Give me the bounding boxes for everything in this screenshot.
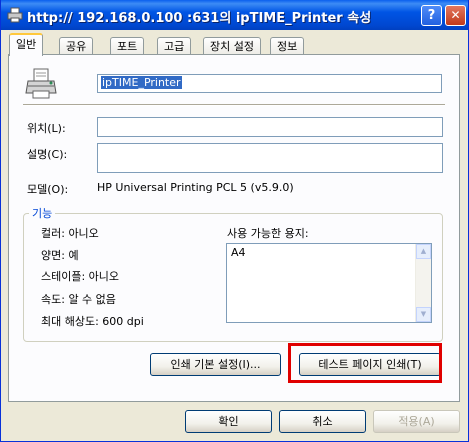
- tab-strip: 일반 공유 포트 고급 장치 설정 정보: [7, 33, 467, 56]
- title-bar[interactable]: http:// 192.168.0.100 :631의 ipTIME_Print…: [1, 0, 468, 30]
- tab-device-settings[interactable]: 장치 설정: [203, 37, 261, 55]
- help-icon: ?: [427, 8, 436, 23]
- tab-about[interactable]: 정보: [270, 37, 305, 55]
- scroll-up-icon[interactable]: ▲: [416, 244, 431, 259]
- printer-name-input[interactable]: ipTIME_Printer: [97, 74, 442, 93]
- printer-large-icon: [25, 68, 57, 99]
- paper-list-scrollbar[interactable]: ▲ ▼: [415, 244, 431, 322]
- tab-general[interactable]: 일반: [9, 33, 44, 56]
- tab-ports[interactable]: 포트: [110, 37, 145, 55]
- location-input[interactable]: [97, 117, 443, 137]
- printing-preferences-button[interactable]: 인쇄 기본 설정(I)...: [150, 353, 281, 376]
- highlight-box: [288, 343, 442, 383]
- printer-name-value: ipTIME_Printer: [101, 76, 182, 89]
- model-value: HP Universal Printing PCL 5 (v5.9.0): [97, 181, 294, 194]
- paper-item: A4: [231, 246, 246, 259]
- printer-icon: [7, 7, 23, 23]
- apply-button[interactable]: 적용(A): [373, 410, 460, 433]
- feature-color: 컬러: 아니오: [41, 227, 99, 240]
- divider: [23, 104, 445, 106]
- feature-duplex: 양면: 예: [41, 249, 79, 262]
- close-icon: ✕: [450, 8, 461, 22]
- paper-label: 사용 가능한 용지:: [227, 227, 309, 240]
- scroll-down-icon[interactable]: ▼: [416, 307, 431, 322]
- tab-advanced[interactable]: 고급: [157, 37, 192, 55]
- features-group-title: 기능: [29, 205, 56, 221]
- location-label: 위치(L):: [27, 122, 66, 135]
- properties-dialog: http:// 192.168.0.100 :631의 ipTIME_Print…: [0, 0, 469, 442]
- tab-sharing[interactable]: 공유: [59, 37, 94, 55]
- feature-staple: 스테이플: 아니오: [41, 270, 120, 283]
- comment-label: 설명(C):: [27, 148, 68, 161]
- feature-speed: 속도: 알 수 없음: [41, 293, 116, 306]
- paper-list[interactable]: A4 ▲ ▼: [226, 243, 432, 323]
- model-label: 모델(O):: [27, 183, 69, 196]
- comment-input[interactable]: [97, 143, 443, 173]
- ok-button[interactable]: 확인: [185, 410, 272, 433]
- window-title: http:// 192.168.0.100 :631의 ipTIME_Print…: [27, 11, 372, 26]
- close-button[interactable]: ✕: [445, 5, 466, 26]
- feature-max-resolution: 최대 해상도: 600 dpi: [41, 315, 144, 328]
- help-button[interactable]: ?: [421, 5, 442, 26]
- cancel-button[interactable]: 취소: [279, 410, 366, 433]
